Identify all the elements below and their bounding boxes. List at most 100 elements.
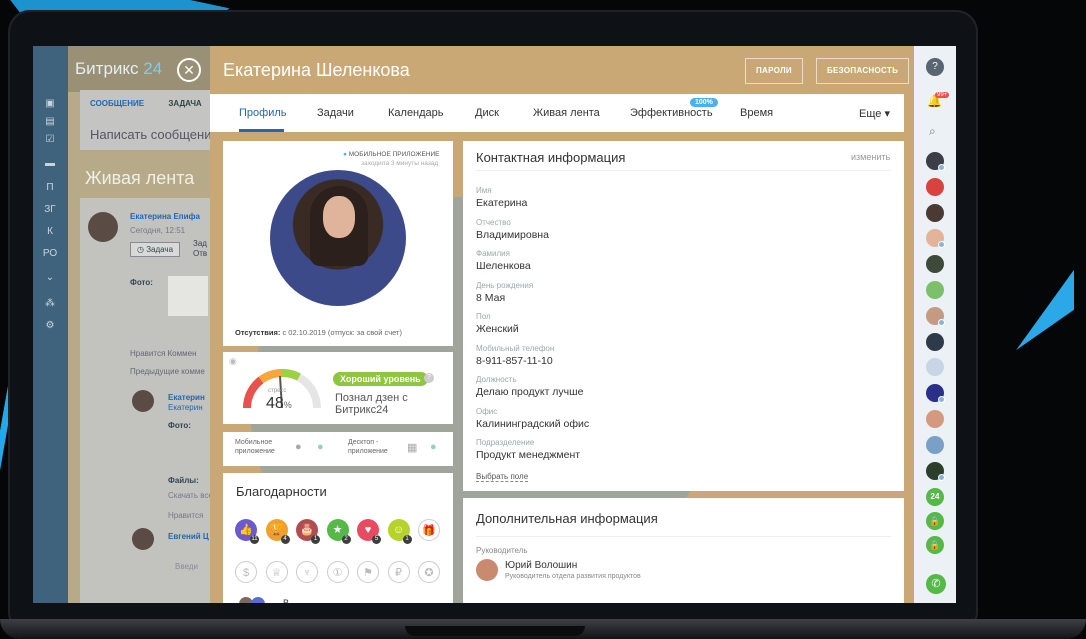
field-label: Имя [476,186,492,195]
field-value: Делаю продукт лучше [476,386,584,398]
online-status: ● МОБИЛЬНОЕ ПРИЛОЖЕНИЕ [343,151,439,158]
download-all-link[interactable]: Скачать все [168,491,213,500]
badge-count: 1 [311,535,320,544]
divider [476,536,891,537]
field-label: Отчество [476,217,511,227]
counter-badge[interactable]: 24 [926,488,944,506]
chat-avatar[interactable] [926,281,944,299]
chat-avatar[interactable] [926,177,944,196]
menu-item-label[interactable]: ЗГ [41,204,59,215]
avatar[interactable] [476,559,498,581]
close-icon[interactable]: ✕ [177,58,201,82]
post-form-tabs: СООБЩЕНИЕ ЗАДАЧА [90,99,202,108]
gift-badge-icon[interactable]: 🎁 [418,519,440,541]
tab-task[interactable]: ЗАДАЧА [168,99,201,108]
chat-avatar[interactable] [926,332,944,351]
tab-more[interactable]: Еще ▾ [859,107,890,120]
passwords-button[interactable]: ПАРОЛИ [745,58,803,84]
post-image[interactable] [168,276,208,316]
field-label: Мобильный телефон [476,343,555,353]
comment-author[interactable]: Евгений Ц [168,532,209,541]
tab-time[interactable]: Время [740,107,773,119]
phone-icon[interactable]: ✆ [926,574,946,594]
comment-input[interactable]: Введи [175,562,198,571]
portal-left-menu: ▣ ▤ ☑ ▬ П ЗГ К РО ⌄ ⁂ ⚙ [33,46,68,603]
lock-icon[interactable]: 🔒 [926,536,944,554]
tab-profile[interactable]: Профиль [239,107,287,119]
mobile-app-label: приложение [235,448,275,455]
medal-badge-icon[interactable]: ✪ [418,561,440,583]
task-text: Зад [193,239,207,248]
eye-icon[interactable]: ◉ [229,356,237,367]
task-button[interactable]: ◷ Задача [130,242,181,257]
tab-tasks[interactable]: Задачи [317,107,354,119]
manager-name[interactable]: Юрий Волошин [505,560,577,571]
lock-icon[interactable]: 🔒 [926,512,944,530]
money-badge-icon[interactable]: $ [235,561,257,583]
post-input[interactable]: Написать сообщение [90,127,219,142]
laptop-notch [405,626,585,636]
absence-text: с 02.10.2019 (отпуск: за свой счет) [282,328,402,337]
feed-title: Живая лента [85,168,195,188]
tab-disk[interactable]: Диск [475,107,499,119]
crown-badge-icon[interactable]: ♕ [265,561,288,583]
menu-item-icon[interactable]: ▣ [41,98,59,109]
apple-icon[interactable]: ● [430,441,437,453]
chevron-down-icon[interactable]: ⌄ [41,272,59,283]
previous-comments[interactable]: Предыдущие комме [130,367,205,376]
absence-label: Отсутствия: [235,328,281,337]
badge-count: 11 [250,535,259,544]
drink-badge-icon[interactable]: ♆ [296,561,318,583]
one-badge-icon[interactable]: ① [326,561,349,583]
ios-icon[interactable]: ● [317,441,324,453]
chat-avatar[interactable] [926,435,944,454]
flag-badge-icon[interactable]: ⚑ [357,561,379,583]
files-label: Файлы: [168,476,199,485]
menu-item-label[interactable]: РО [41,248,59,259]
avatar[interactable] [132,390,154,412]
menu-item-icon[interactable]: ▬ [41,158,59,169]
badge-count: 1 [402,535,412,544]
portal-logo[interactable]: Битрикс 24 [75,59,162,79]
help-icon[interactable]: ? [926,58,944,76]
chat-avatar[interactable] [926,410,944,428]
post-author[interactable]: Екатерина Епифа [130,212,200,221]
share-icon[interactable]: ⁂ [41,298,59,309]
choose-field-link[interactable]: Выбрать поле [476,472,529,482]
windows-icon[interactable]: ▦ [407,441,417,454]
avatar[interactable] [88,212,118,242]
ruble-badge-icon[interactable]: ₽ [387,561,410,583]
tab-message[interactable]: СООБЩЕНИЕ [90,99,144,108]
android-icon[interactable]: ● [295,441,302,453]
chat-avatar[interactable] [926,203,944,222]
security-button[interactable]: БЕЗОПАСНОСТЬ [816,58,910,84]
search-icon[interactable]: ⌕ [929,124,936,139]
menu-item-label[interactable]: П [41,182,59,193]
help-icon[interactable]: ? [424,373,434,383]
likes-line[interactable]: Нравится Коммен [130,349,197,358]
manager-position: Руководитель отдела развития продуктов [505,573,641,580]
avatar[interactable] [132,528,154,550]
like-link[interactable]: Нравится [168,511,203,520]
menu-item-icon[interactable]: ▤ [41,116,59,127]
comment-author[interactable]: Екатерин [168,403,203,412]
menu-item-label[interactable]: К [41,226,59,237]
notification-count: 99+ [935,92,950,98]
menu-item-icon[interactable]: ☑ [41,134,59,145]
field-label: Офис [476,406,498,416]
field-value: Женский [476,323,519,335]
field-label: Фамилия [476,249,510,258]
stress-value-wrap: 48% [266,395,292,413]
tab-efficiency[interactable]: Эффективность [630,107,713,119]
comment-author[interactable]: Екатерин [168,393,205,402]
comment-photo-label: Фото: [168,421,191,430]
screen: ≡ Битрикс 24 ▣ ▤ ☑ ▬ П ЗГ К РО ⌄ ⁂ ⚙ СОО… [33,46,956,603]
status-dot-icon: ● [343,151,347,158]
tab-live-feed[interactable]: Живая лента [533,107,600,119]
field-value: Калининградский офис [476,417,590,430]
edit-link[interactable]: изменить [851,152,890,162]
stress-value: 48 [266,395,284,412]
scene: ≡ Битрикс 24 ▣ ▤ ☑ ▬ П ЗГ К РО ⌄ ⁂ ⚙ СОО… [0,0,1086,639]
settings-icon[interactable]: ⚙ [41,320,59,331]
tab-calendar[interactable]: Календарь [388,107,444,119]
